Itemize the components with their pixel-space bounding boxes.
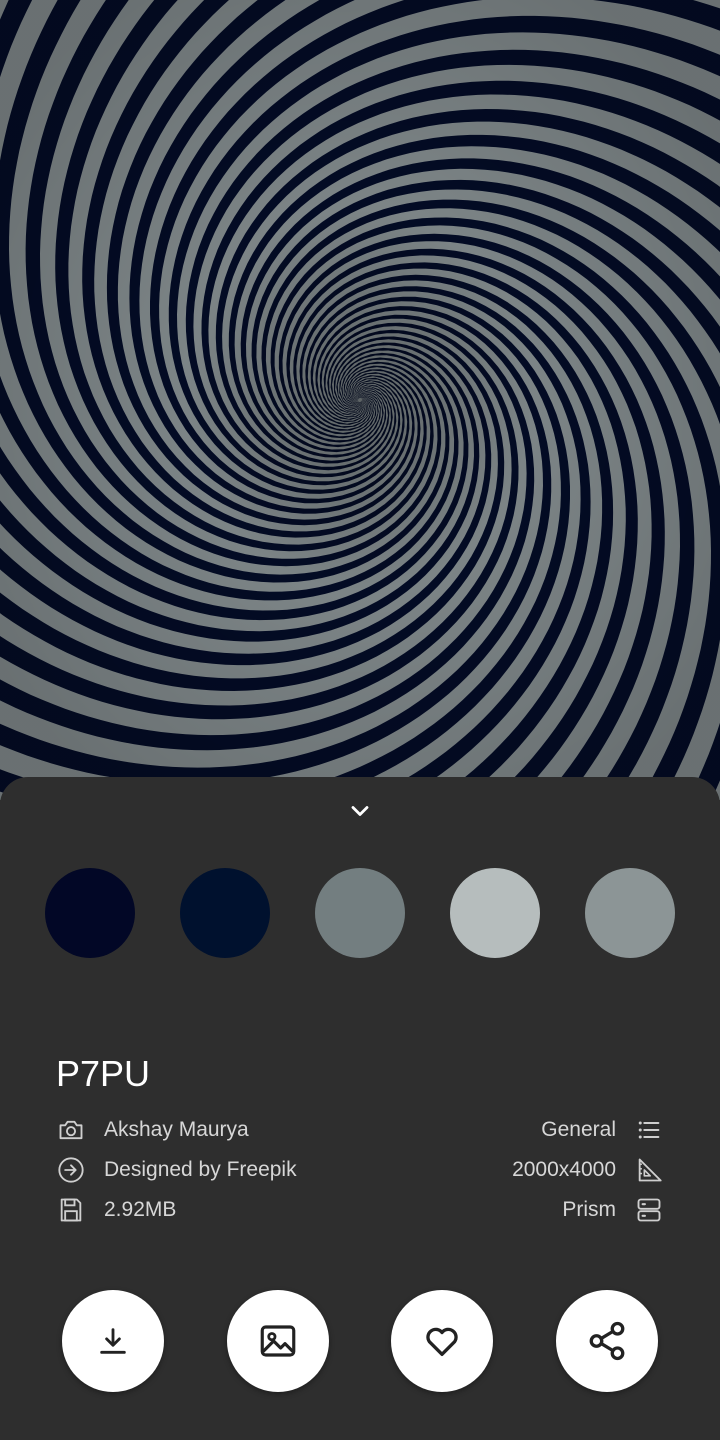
wallpaper-title: P7PU <box>56 1053 151 1094</box>
palette-color-1[interactable] <box>45 868 135 958</box>
share-button[interactable] <box>556 1290 658 1392</box>
file-size: 2.92MB <box>104 1198 177 1221</box>
collapse-button[interactable] <box>344 795 376 827</box>
favorite-button[interactable] <box>391 1290 493 1392</box>
category-row[interactable]: General <box>541 1114 664 1146</box>
category-text: General <box>541 1118 616 1141</box>
chevron-down-icon <box>351 806 369 816</box>
size-row: 2.92MB <box>56 1194 176 1226</box>
resolution-text: 2000x4000 <box>512 1158 616 1181</box>
share-icon <box>589 1321 625 1361</box>
camera-icon <box>56 1115 86 1145</box>
palette-color-4[interactable] <box>450 868 540 958</box>
credit-row[interactable]: Designed by Freepik <box>56 1154 297 1186</box>
heart-icon <box>426 1327 458 1356</box>
set-wallpaper-button[interactable] <box>227 1290 329 1392</box>
provider-text: Prism <box>562 1198 616 1221</box>
palette-color-5[interactable] <box>585 868 675 958</box>
storage-icon <box>634 1195 664 1225</box>
download-button[interactable] <box>62 1290 164 1392</box>
set-square-icon <box>634 1155 664 1185</box>
download-icon <box>100 1328 126 1354</box>
wallpaper-preview[interactable] <box>0 0 720 800</box>
palette-color-2[interactable] <box>180 868 270 958</box>
list-icon <box>634 1115 664 1145</box>
author-row[interactable]: Akshay Maurya <box>56 1114 249 1146</box>
details-sheet: P7PU Akshay Maurya Designed by Freepik 2… <box>0 777 720 1440</box>
resolution-row: 2000x4000 <box>512 1154 664 1186</box>
palette-color-3[interactable] <box>315 868 405 958</box>
credit-text: Designed by Freepik <box>104 1158 297 1181</box>
spiral-shading <box>0 0 720 800</box>
image-icon <box>260 1325 296 1357</box>
author-name: Akshay Maurya <box>104 1118 249 1141</box>
arrow-circle-right-icon <box>56 1155 86 1185</box>
provider-row: Prism <box>562 1194 664 1226</box>
save-icon <box>56 1195 86 1225</box>
wallpaper-image <box>0 0 720 800</box>
